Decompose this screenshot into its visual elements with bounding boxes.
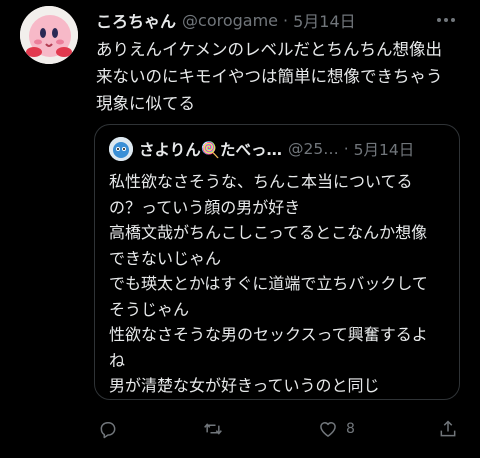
quote-text: 私性欲なさそうな、ちんこ本当についてる の？っていう顔の男が好き 高橋文哉がちん… bbox=[109, 169, 453, 399]
quote-text-line: 高橋文哉がちんこしこってるとこなんか想像 bbox=[109, 223, 428, 242]
quote-text-line: の？っていう顔の男が好き bbox=[109, 197, 301, 217]
quote-author-avatar bbox=[109, 137, 133, 161]
quote-avatar-icon bbox=[109, 137, 133, 161]
quote-author-name: さよりん🍭たべっ… bbox=[139, 141, 282, 159]
share-button[interactable] bbox=[438, 416, 458, 442]
tweet-date[interactable]: 5月14日 bbox=[293, 8, 356, 32]
share-icon bbox=[440, 420, 456, 437]
separator-dot: · bbox=[283, 10, 289, 30]
quote-date: 5月14日 bbox=[353, 141, 415, 159]
quote-text-line: でも瑛太とかはすぐに道端で立ちバックして bbox=[109, 274, 428, 293]
author-handle[interactable]: @corogame bbox=[182, 11, 278, 30]
quote-author-handle: @25… bbox=[288, 140, 339, 158]
retweet-icon bbox=[204, 423, 222, 435]
quote-text-line: 私性欲なさそうな、ちんこ本当についてる bbox=[109, 172, 413, 191]
reply-icon bbox=[100, 422, 116, 439]
quote-text-line: 男が清楚な女が好きっていうのと同じ bbox=[109, 376, 380, 395]
quote-header: さよりん🍭たべっ… @25… · 5月14日 bbox=[139, 137, 449, 161]
heart-icon bbox=[320, 422, 336, 437]
like-count: 8 bbox=[346, 421, 355, 437]
quoted-tweet[interactable]: さよりん🍭たべっ… @25… · 5月14日 私性欲なさそうな、ちんこ本当につい… bbox=[94, 124, 460, 400]
more-options-icon[interactable] bbox=[434, 8, 458, 32]
tweet-actions: 8 bbox=[96, 416, 460, 442]
quote-text-line: 性欲なさそうな男のセックスって興奮するよ bbox=[109, 325, 428, 344]
quote-text-line: できないじゃん bbox=[109, 248, 222, 268]
author-avatar[interactable] bbox=[20, 6, 78, 64]
tweet-text-line: ありえんイケメンのレベルだとちんちん想像出 bbox=[96, 40, 443, 59]
author-name[interactable]: ころちゃん bbox=[96, 8, 176, 32]
quote-text-line: そうじゃん bbox=[109, 299, 190, 319]
kirby-avatar-icon bbox=[20, 6, 78, 64]
tweet-text-line: 現象に似てる bbox=[96, 94, 195, 113]
separator-dot: · bbox=[343, 140, 349, 158]
tweet-text: ありえんイケメンのレベルだとちんちん想像出 来ないのにキモイやつは簡単に想像でき… bbox=[96, 36, 466, 117]
reply-button[interactable] bbox=[98, 416, 118, 442]
retweet-button[interactable] bbox=[202, 416, 224, 442]
quote-text-line: ね bbox=[109, 350, 126, 370]
tweet-header: ころちゃん @corogame · 5月14日 bbox=[96, 8, 460, 32]
like-button[interactable]: 8 bbox=[318, 416, 355, 442]
tweet-text-line: 来ないのにキモイやつは簡単に想像できちゃう bbox=[96, 67, 443, 86]
